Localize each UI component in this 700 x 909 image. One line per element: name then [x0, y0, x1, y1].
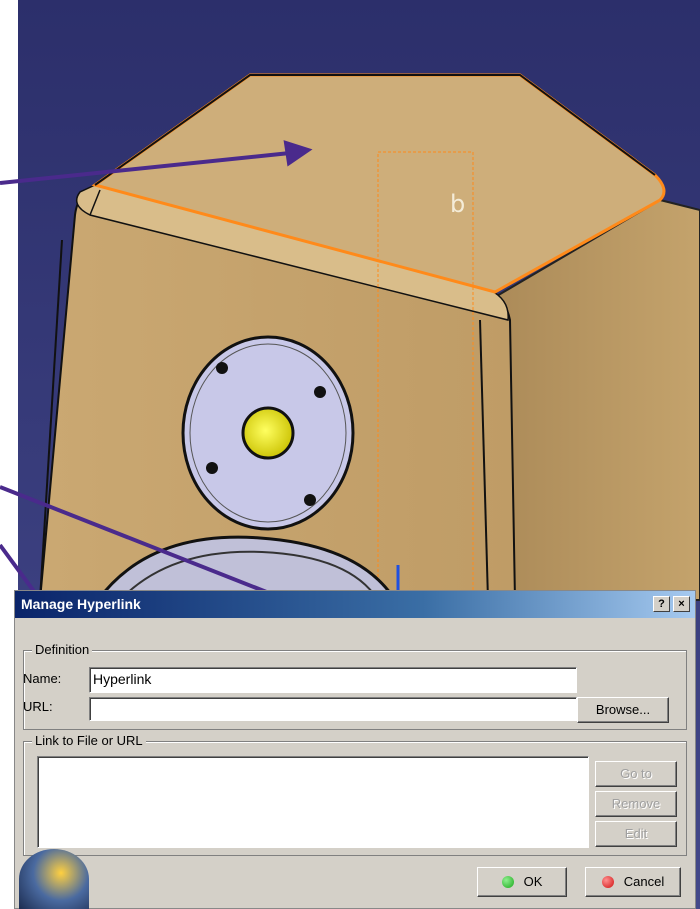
- url-label: URL:: [23, 699, 53, 714]
- browse-button[interactable]: Browse...: [577, 697, 669, 723]
- name-input[interactable]: Hyperlink: [89, 667, 577, 693]
- go-to-button[interactable]: Go to: [595, 761, 677, 787]
- remove-button[interactable]: Remove: [595, 791, 677, 817]
- definition-legend: Definition: [32, 642, 93, 657]
- screw-hole-1: [216, 362, 228, 374]
- ok-button[interactable]: OK: [477, 867, 567, 897]
- tweeter-dome: [241, 406, 295, 460]
- screw-hole-3: [206, 462, 218, 474]
- url-input[interactable]: [89, 697, 577, 721]
- ok-label: OK: [523, 874, 543, 889]
- help-button[interactable]: ?: [653, 596, 670, 612]
- cancel-icon: [601, 876, 614, 888]
- screw-hole-2: [314, 386, 326, 398]
- link-legend: Link to File or URL: [32, 733, 146, 748]
- cancel-label: Cancel: [623, 874, 665, 889]
- close-button[interactable]: ×: [673, 596, 690, 612]
- screw-hole-4: [304, 494, 316, 506]
- link-list[interactable]: [37, 756, 589, 848]
- axis-glyph: b: [450, 190, 465, 218]
- app-logo-icon: [19, 849, 89, 909]
- manage-hyperlink-dialog: Manage Hyperlink ? × Definition Name: Hy…: [14, 590, 696, 909]
- ok-icon: [501, 876, 514, 888]
- dialog-title[interactable]: Manage Hyperlink: [15, 591, 695, 618]
- name-label: Name:: [23, 671, 62, 686]
- edit-button[interactable]: Edit: [595, 821, 677, 847]
- cancel-button[interactable]: Cancel: [585, 867, 681, 897]
